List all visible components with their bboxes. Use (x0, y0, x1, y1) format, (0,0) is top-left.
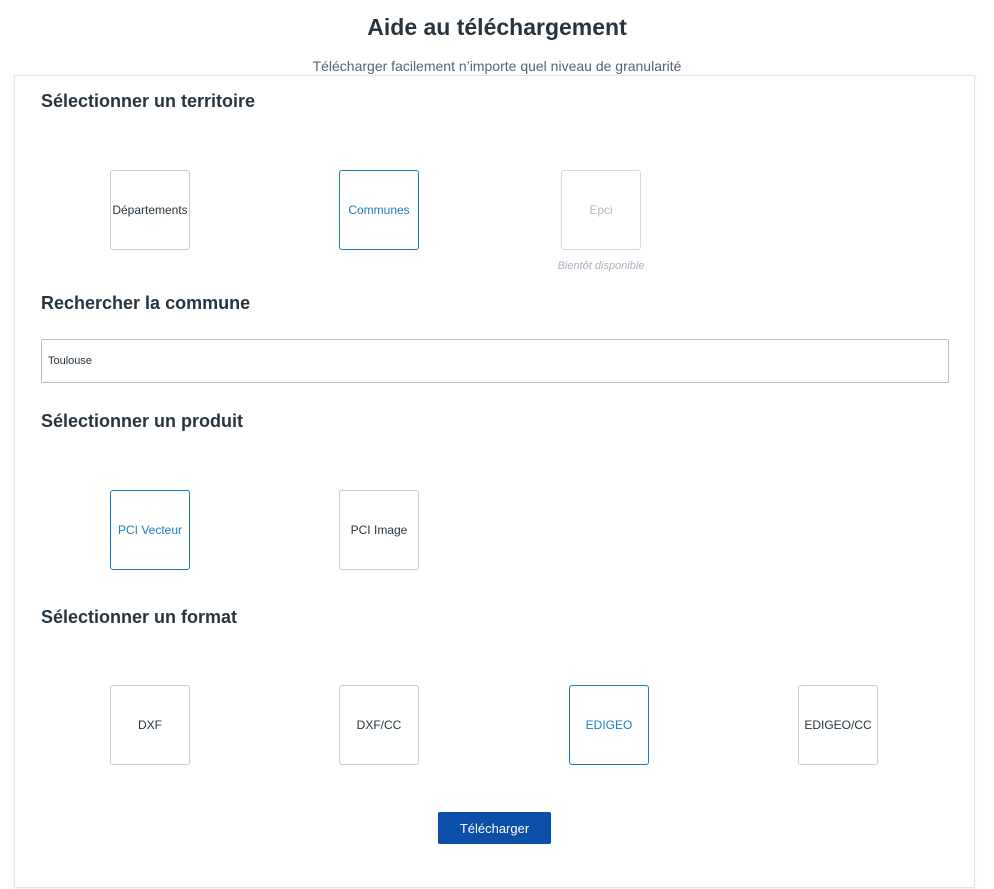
format-option-edigeo-cc[interactable]: EDIGEO/CC (798, 685, 878, 765)
download-button[interactable]: Télécharger (438, 812, 551, 844)
territory-option-departements[interactable]: Départements (110, 170, 190, 250)
commune-search-input[interactable] (41, 339, 949, 383)
format-section-title: Sélectionner un format (41, 607, 238, 627)
territory-section-title: Sélectionner un territoire (41, 91, 256, 111)
download-form-card: Sélectionner un territoire Départements … (14, 75, 975, 888)
product-option-pci-image[interactable]: PCI Image (339, 490, 419, 570)
page-subtitle: Télécharger facilement n’importe quel ni… (312, 58, 682, 74)
territory-option-epci: Epci (561, 170, 641, 250)
product-section-title: Sélectionner un produit (41, 411, 244, 431)
format-option-dxf[interactable]: DXF (110, 685, 190, 765)
territory-option-communes[interactable]: Communes (339, 170, 419, 250)
format-option-edigeo[interactable]: EDIGEO (569, 685, 649, 765)
product-option-pci-vecteur[interactable]: PCI Vecteur (110, 490, 190, 570)
page-title: Aide au téléchargement (367, 14, 627, 40)
coming-soon-note: Bientôt disponible (557, 260, 645, 272)
search-section-title: Rechercher la commune (41, 293, 251, 313)
format-option-dxf-cc[interactable]: DXF/CC (339, 685, 419, 765)
